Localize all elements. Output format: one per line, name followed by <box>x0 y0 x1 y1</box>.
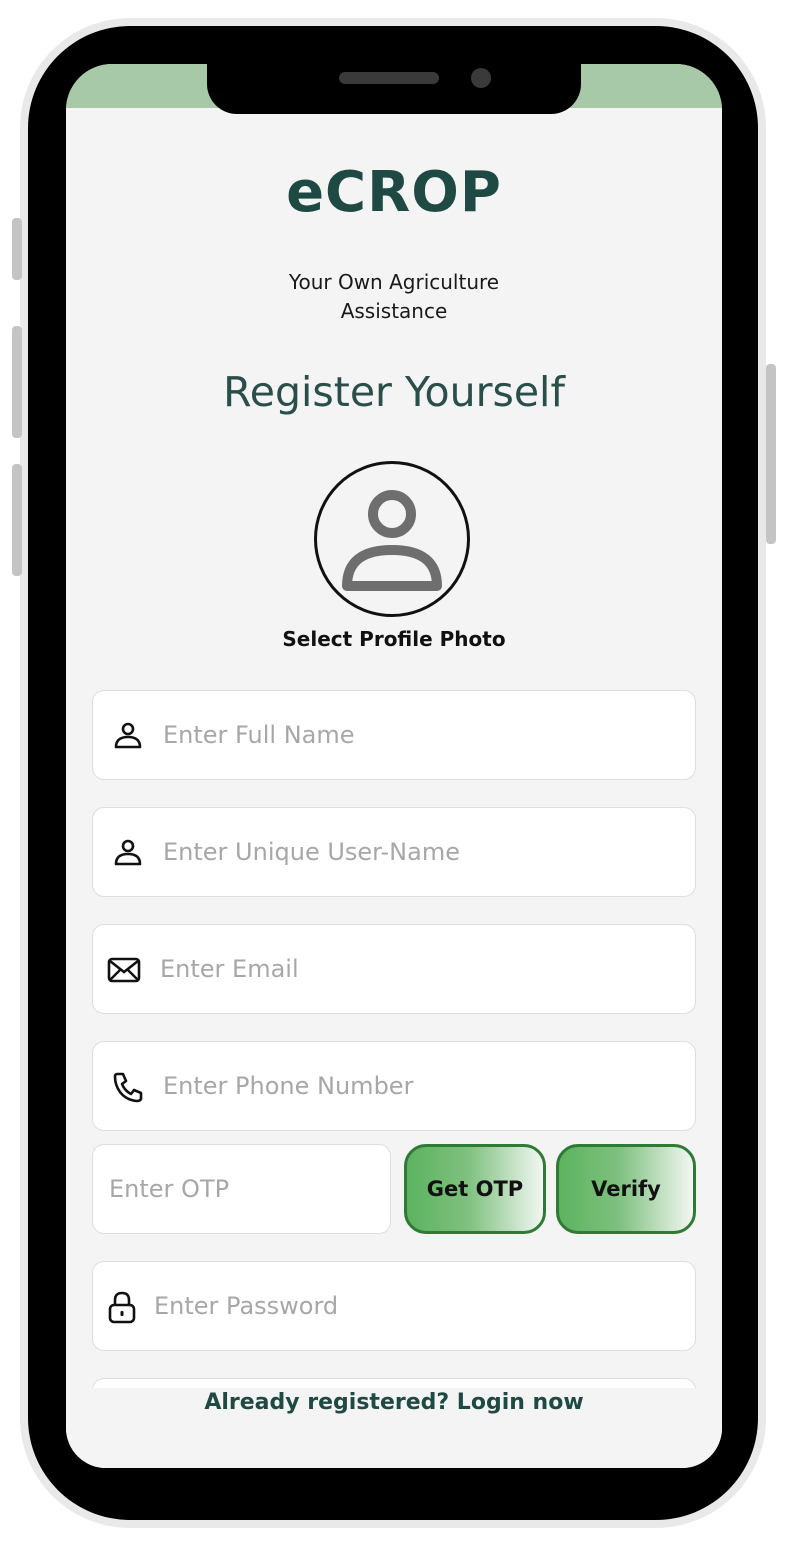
phone-icon <box>113 1072 143 1103</box>
envelope-icon <box>107 957 141 983</box>
username-placeholder: Enter Unique User-Name <box>163 838 460 866</box>
person-icon <box>114 839 142 866</box>
side-button-power <box>766 364 776 544</box>
page-title: Register Yourself <box>223 368 565 416</box>
otp-placeholder: Enter OTP <box>109 1175 230 1203</box>
lock-icon <box>108 1291 136 1324</box>
password-field[interactable]: Enter Password <box>92 1261 696 1351</box>
side-button-volume-up <box>12 326 22 438</box>
app-title: eCROP <box>286 160 502 225</box>
side-button-volume-down <box>12 464 22 576</box>
email-placeholder: Enter Email <box>160 955 299 983</box>
profile-photo-picker[interactable] <box>314 461 470 617</box>
side-button-mute <box>12 218 22 280</box>
app-subtitle: Your Own Agriculture Assistance <box>288 270 500 323</box>
app-screen: eCROP Your Own Agriculture Assistance Re… <box>66 64 722 1468</box>
full-name-placeholder: Enter Full Name <box>163 721 355 749</box>
person-icon <box>342 490 442 591</box>
notch <box>207 64 581 114</box>
username-field[interactable]: Enter Unique User-Name <box>92 807 696 897</box>
profile-photo-caption: Select Profile Photo <box>282 627 506 651</box>
phone-placeholder: Enter Phone Number <box>163 1072 414 1100</box>
speaker-grille <box>339 72 439 84</box>
person-icon <box>114 722 142 749</box>
login-link[interactable]: Already registered? Login now <box>66 1390 722 1415</box>
verify-button[interactable]: Verify <box>556 1144 696 1234</box>
email-field[interactable]: Enter Email <box>92 924 696 1014</box>
front-camera <box>471 68 491 88</box>
otp-field[interactable]: Enter OTP <box>92 1144 391 1234</box>
full-name-field[interactable]: Enter Full Name <box>92 690 696 780</box>
get-otp-button[interactable]: Get OTP <box>404 1144 546 1234</box>
password-placeholder: Enter Password <box>154 1292 339 1320</box>
phone-field[interactable]: Enter Phone Number <box>92 1041 696 1131</box>
